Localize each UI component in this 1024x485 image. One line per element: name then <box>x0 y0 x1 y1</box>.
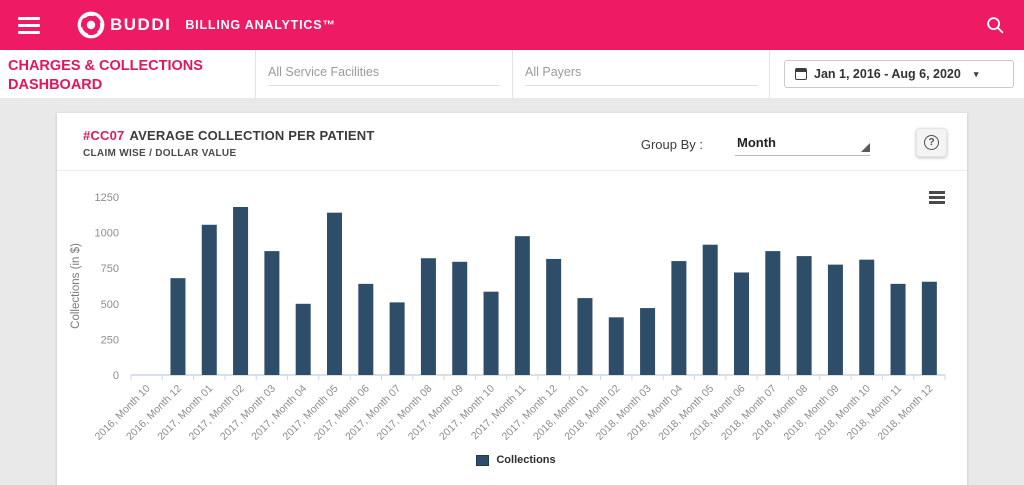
chevron-down-icon: ▾ <box>973 68 979 79</box>
bar[interactable] <box>420 258 436 375</box>
calendar-icon <box>795 68 807 80</box>
x-tick-label: 2017, Month 04 <box>249 383 309 443</box>
x-tick-label: 2018, Month 06 <box>688 383 748 443</box>
report-title: AVERAGE COLLECTION PER PATIENT <box>129 128 375 143</box>
search-icon[interactable] <box>984 14 1006 36</box>
card-subtitle: CLAIM WISE / DOLLAR VALUE <box>83 148 237 159</box>
menu-icon[interactable] <box>18 16 40 34</box>
group-by-control: Group By : Month ? <box>640 128 947 157</box>
x-tick-label: 2018, Month 01 <box>531 383 591 443</box>
brand-name: BUDDI <box>110 15 172 34</box>
bar[interactable] <box>546 258 562 375</box>
group-by-value: Month <box>737 135 776 150</box>
card-title-block: #CC07 AVERAGE COLLECTION PER PATIENT CLAI… <box>83 128 641 159</box>
x-tick-label: 2017, Month 05 <box>281 383 341 443</box>
help-icon: ? <box>924 135 939 150</box>
payers-field <box>513 50 770 98</box>
card-header: #CC07 AVERAGE COLLECTION PER PATIENT CLAI… <box>57 113 967 171</box>
x-tick-label: 2018, Month 08 <box>750 383 810 443</box>
bar[interactable] <box>514 236 530 375</box>
y-tick-label: 0 <box>113 370 119 382</box>
bar[interactable] <box>671 261 687 375</box>
y-tick-label: 1250 <box>95 192 119 204</box>
collections-chart-card: #CC07 AVERAGE COLLECTION PER PATIENT CLAI… <box>57 113 967 485</box>
bar[interactable] <box>295 303 311 375</box>
bar[interactable] <box>327 212 342 375</box>
x-tick-label: 2018, Month 04 <box>625 383 685 443</box>
y-tick-label: 1000 <box>95 228 119 240</box>
bar[interactable] <box>702 244 718 375</box>
x-tick-label: 2018, Month 11 <box>845 383 905 443</box>
x-tick-label: 2018, Month 12 <box>875 383 935 443</box>
bar[interactable] <box>233 206 249 375</box>
group-by-select[interactable]: Month <box>735 133 870 156</box>
bar[interactable] <box>483 291 499 375</box>
x-tick-label: 2017, Month 10 <box>437 383 497 443</box>
chart-legend: Collections <box>65 454 967 466</box>
x-tick-label: 2017, Month 06 <box>312 383 372 443</box>
bar[interactable] <box>577 298 593 375</box>
x-tick-label: 2017, Month 01 <box>155 383 215 443</box>
filter-bar: CHARGES & COLLECTIONS DASHBOARD Jan 1, 2… <box>0 50 1024 98</box>
x-tick-label: 2017, Month 03 <box>218 383 278 443</box>
x-tick-label: 2018, Month 09 <box>781 383 841 443</box>
legend-swatch <box>476 454 490 466</box>
x-tick-label: 2017, Month 08 <box>374 383 434 443</box>
bar[interactable] <box>452 261 468 375</box>
bar[interactable] <box>859 259 875 375</box>
x-tick-label: 2018, Month 05 <box>656 383 716 443</box>
bar[interactable] <box>201 224 217 375</box>
y-tick-label: 750 <box>101 263 119 275</box>
collections-bar-chart: 0 250 500 750 1000 1250 Collections (in $) 2016… <box>70 192 946 443</box>
help-button[interactable]: ? <box>916 128 947 157</box>
bar[interactable] <box>890 283 906 375</box>
bar[interactable] <box>389 302 405 375</box>
chart-menu-icon[interactable] <box>929 191 945 204</box>
bar[interactable] <box>170 278 186 375</box>
group-by-label: Group By : <box>640 137 703 152</box>
top-app-bar: BUDDI BILLING ANALYTICS™ <box>0 0 1024 50</box>
bar[interactable] <box>921 281 937 375</box>
x-tick-label: 2017, Month 11 <box>469 383 529 443</box>
x-tick-label: 2018, Month 02 <box>562 383 622 443</box>
page-body: #CC07 AVERAGE COLLECTION PER PATIENT CLAI… <box>0 98 1024 485</box>
x-tick-label: 2018, Month 03 <box>594 383 654 443</box>
dropdown-corner-icon <box>861 143 870 152</box>
x-tick-label: 2018, Month 10 <box>813 383 873 443</box>
x-tick-label: 2016, Month 10 <box>93 383 153 443</box>
chart-area: 0 250 500 750 1000 1250 Collections (in $) 2016… <box>57 171 967 466</box>
date-range-value: Jan 1, 2016 - Aug 6, 2020 <box>814 67 961 81</box>
bar[interactable] <box>264 251 280 375</box>
bar[interactable] <box>734 272 749 375</box>
bar[interactable] <box>608 317 624 375</box>
bar[interactable] <box>796 256 812 375</box>
legend-label: Collections <box>496 454 556 466</box>
page-title: CHARGES & COLLECTIONS DASHBOARD <box>0 50 256 98</box>
card-title: #CC07 AVERAGE COLLECTION PER PATIENT <box>83 128 641 143</box>
y-tick-label: 250 <box>101 334 119 346</box>
x-tick-label: 2017, Month 09 <box>406 383 466 443</box>
x-tick-label: 2018, Month 07 <box>719 383 779 443</box>
y-tick-label: 500 <box>101 299 119 311</box>
x-tick-label: 2016, Month 12 <box>124 383 184 443</box>
bar[interactable] <box>765 251 781 375</box>
service-facilities-input[interactable] <box>268 62 500 86</box>
report-code: #CC07 <box>83 128 125 143</box>
x-tick-label: 2017, Month 12 <box>500 383 560 443</box>
x-tick-label: 2017, Month 07 <box>343 383 403 443</box>
bar[interactable] <box>640 308 656 375</box>
product-name: BILLING ANALYTICS™ <box>185 18 336 32</box>
bar[interactable] <box>358 283 374 375</box>
date-range-picker[interactable]: Jan 1, 2016 - Aug 6, 2020 ▾ <box>784 60 1014 88</box>
service-facilities-field <box>256 50 513 98</box>
date-range-area: Jan 1, 2016 - Aug 6, 2020 ▾ <box>770 50 1024 98</box>
x-tick-label: 2017, Month 02 <box>187 383 247 443</box>
y-axis-title: Collections (in $) <box>70 243 82 329</box>
buddi-logo-icon <box>77 11 105 39</box>
bar[interactable] <box>827 264 843 375</box>
payers-input[interactable] <box>525 62 757 86</box>
